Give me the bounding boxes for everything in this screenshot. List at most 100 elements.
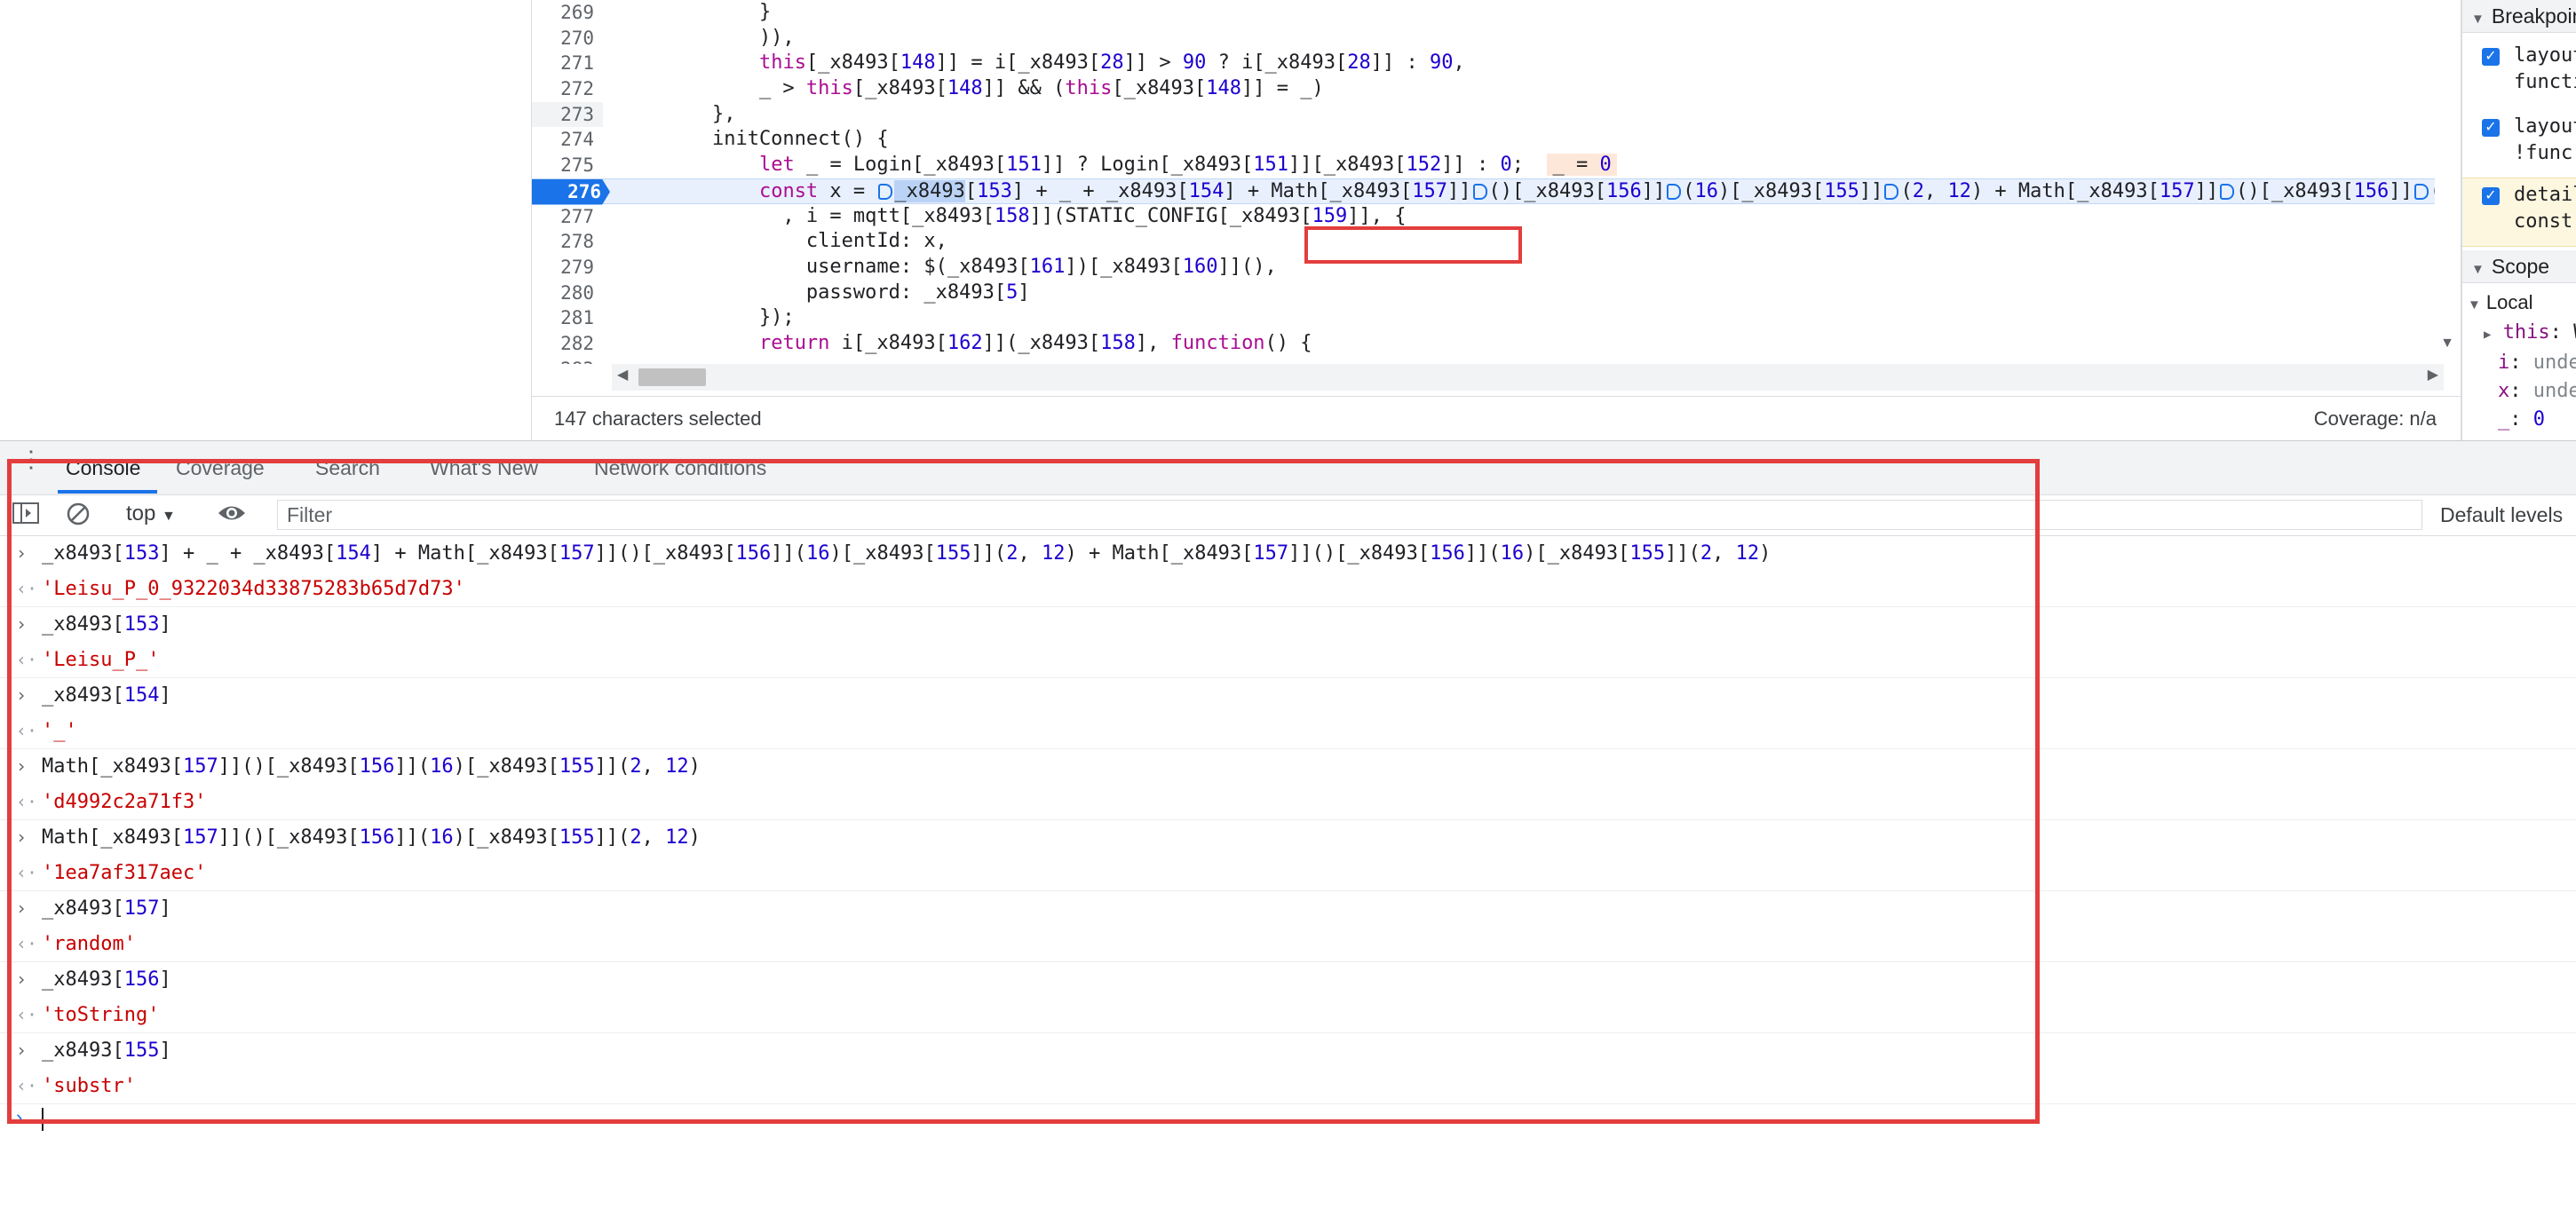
- filter-input[interactable]: [277, 500, 2422, 530]
- line-number[interactable]: 270: [532, 26, 603, 51]
- tab-search[interactable]: Search: [315, 456, 380, 480]
- code-text: }: [618, 1, 772, 23]
- expand-triangle-icon: ▼: [2471, 12, 2485, 27]
- code-editor[interactable]: 269 } 270 )), 271 this[_x8493[148]] = i[_x…: [532, 0, 2435, 364]
- breakpoints-header[interactable]: ▼Breakpoints: [2462, 0, 2576, 33]
- collapse-triangle-icon: ▶: [2484, 328, 2492, 342]
- console-output-line: ‹· '_': [0, 714, 2576, 749]
- line-number[interactable]: 276: [532, 178, 610, 205]
- clear-console-icon[interactable]: [66, 502, 91, 533]
- console-input-line: › _x8493[153] + _ + _x8493[154] + Math[_x…: [0, 536, 2576, 572]
- checkbox-checked-icon[interactable]: ✓: [2482, 187, 2500, 205]
- code-text: , i = mqtt[_x8493[158]](STATIC_CONFIG[_x…: [618, 204, 1407, 227]
- console-result[interactable]: 'substr': [42, 1069, 136, 1104]
- chevron-right-icon: ›: [16, 613, 28, 635]
- console-drawer: ⋮ Console Coverage Search What's New Net…: [0, 440, 2576, 1209]
- client-id-highlight-box: [1304, 226, 1522, 264]
- code-line[interactable]: 270 )),: [532, 26, 2435, 51]
- line-number[interactable]: 280: [532, 281, 603, 306]
- breakpoint-item[interactable]: ✓ layout_ !func: [2462, 110, 2576, 178]
- breakpoint-item-active[interactable]: ✓ detail- const: [2462, 178, 2576, 247]
- code-text: _ > this[_x8493[148]] && (this[_x8493[14…: [618, 77, 1324, 100]
- console-result[interactable]: 'Leisu_P_': [42, 643, 159, 678]
- console-result[interactable]: '_': [42, 714, 77, 749]
- tab-console[interactable]: Console: [66, 456, 140, 480]
- tab-whats-new[interactable]: What's New: [430, 456, 538, 480]
- line-number[interactable]: 271: [532, 51, 603, 76]
- console-result[interactable]: 'd4992c2a71f3': [42, 785, 206, 820]
- line-number[interactable]: 283: [532, 357, 603, 364]
- console-result[interactable]: 'Leisu_P_0_9322034d33875283b65d7d73': [42, 572, 465, 607]
- code-line[interactable]: 283: [532, 357, 2435, 364]
- checkbox-checked-icon[interactable]: ✓: [2482, 119, 2500, 137]
- scope-local[interactable]: ▼ Local: [2468, 291, 2532, 314]
- code-line-paused[interactable]: 276 const x = _x8493[153] + _ + _x8493[1…: [532, 178, 2435, 205]
- console-result[interactable]: 'random': [42, 927, 136, 962]
- tab-network-conditions[interactable]: Network conditions: [594, 456, 766, 480]
- code-text: username: $(_x8493[161])[_x8493[160]](),: [618, 255, 1277, 278]
- code-line[interactable]: 272 _ > this[_x8493[148]] && (this[_x849…: [532, 76, 2435, 102]
- scope-var-x[interactable]: x: unde: [2498, 380, 2576, 402]
- chevron-right-icon: ›: [16, 1039, 28, 1061]
- return-arrow-icon: ‹·: [16, 577, 38, 599]
- scope-var-i[interactable]: i: unde: [2498, 352, 2576, 374]
- code-line[interactable]: 280 password: _x8493[5]: [532, 281, 2435, 306]
- code-line[interactable]: 282 return i[_x8493[162]](_x8493[158], f…: [532, 331, 2435, 357]
- show-sidebar-icon[interactable]: [12, 502, 39, 531]
- console-input-line: › _x8493[155]: [0, 1033, 2576, 1069]
- selection-status: 147 characters selected: [554, 407, 762, 430]
- line-number[interactable]: 282: [532, 331, 603, 357]
- console-output-line: ‹· 'Leisu_P_': [0, 643, 2576, 678]
- line-number[interactable]: 279: [532, 255, 603, 281]
- scope-var-this[interactable]: ▶ this: W: [2484, 321, 2576, 344]
- return-arrow-icon: ‹·: [16, 1003, 38, 1025]
- tab-coverage[interactable]: Coverage: [176, 456, 265, 480]
- line-number[interactable]: 281: [532, 305, 603, 331]
- line-number[interactable]: 273: [532, 101, 603, 128]
- checkbox-checked-icon[interactable]: ✓: [2482, 48, 2500, 66]
- scrollbar-thumb[interactable]: [638, 368, 706, 386]
- breakpoint-code: const: [2514, 210, 2573, 233]
- scope-header[interactable]: ▼ Scope: [2462, 250, 2576, 283]
- code-line[interactable]: 275 let _ = Login[_x8493[151]] ? Login[_…: [532, 153, 2435, 178]
- line-number[interactable]: 272: [532, 76, 603, 102]
- console-input-line: › _x8493[154]: [0, 678, 2576, 714]
- line-number[interactable]: 277: [532, 204, 603, 230]
- horizontal-scrollbar[interactable]: ◀ ▶: [612, 364, 2444, 391]
- console-output-line: ‹·'d4992c2a71f3': [0, 785, 2576, 820]
- live-expression-eye-icon[interactable]: [217, 502, 247, 531]
- scroll-down-icon[interactable]: ▼: [2440, 336, 2454, 352]
- console-input-line: › _x8493[157]: [0, 891, 2576, 927]
- code-line[interactable]: 273 },: [532, 101, 2435, 128]
- console-prompt[interactable]: ›: [0, 1104, 2576, 1131]
- console-result[interactable]: 'toString': [42, 998, 159, 1033]
- code-line[interactable]: 274 initConnect() {: [532, 127, 2435, 153]
- log-levels-dropdown[interactable]: Default levels: [2440, 503, 2563, 527]
- context-selector[interactable]: top ▼: [126, 502, 176, 526]
- code-line[interactable]: 271 this[_x8493[148]] = i[_x8493[28]] > …: [532, 51, 2435, 76]
- console-input-line: › Math[_x8493[157]]()[_x8493[156]](16)[_x…: [0, 820, 2576, 856]
- breakpoint-code: !func: [2514, 142, 2573, 164]
- code-line[interactable]: 277 , i = mqtt[_x8493[158]](STATIC_CONFI…: [532, 204, 2435, 230]
- code-text: });: [618, 306, 795, 329]
- line-number[interactable]: 278: [532, 229, 603, 255]
- line-number[interactable]: 274: [532, 127, 603, 153]
- breakpoint-item[interactable]: ✓ layout_ functi: [2462, 39, 2576, 107]
- chevron-right-icon: ›: [16, 968, 28, 990]
- code-line[interactable]: 269 }: [532, 0, 2435, 26]
- breakpoint-file: layout_: [2514, 44, 2576, 67]
- line-number[interactable]: 275: [532, 153, 603, 178]
- coverage-status[interactable]: Coverage: n/a: [2314, 397, 2437, 441]
- scope-var-underscore[interactable]: _: 0: [2498, 408, 2545, 431]
- line-number[interactable]: 269: [532, 0, 603, 26]
- scroll-right-icon[interactable]: ▶: [2428, 366, 2438, 383]
- chevron-right-icon: ›: [16, 684, 28, 706]
- chevron-right-icon: ›: [16, 897, 28, 919]
- more-options-icon[interactable]: ⋮: [20, 447, 43, 470]
- scroll-left-icon[interactable]: ◀: [617, 366, 628, 383]
- console-messages[interactable]: › _x8493[153] + _ + _x8493[154] + Math[_x…: [0, 536, 2576, 1131]
- code-line[interactable]: 281 });: [532, 305, 2435, 331]
- console-result[interactable]: '1ea7af317aec': [42, 856, 206, 891]
- code-text: const x = _x8493[153] + _ + _x8493[154] …: [618, 179, 2435, 205]
- prompt-chevron-icon: ›: [16, 1106, 23, 1128]
